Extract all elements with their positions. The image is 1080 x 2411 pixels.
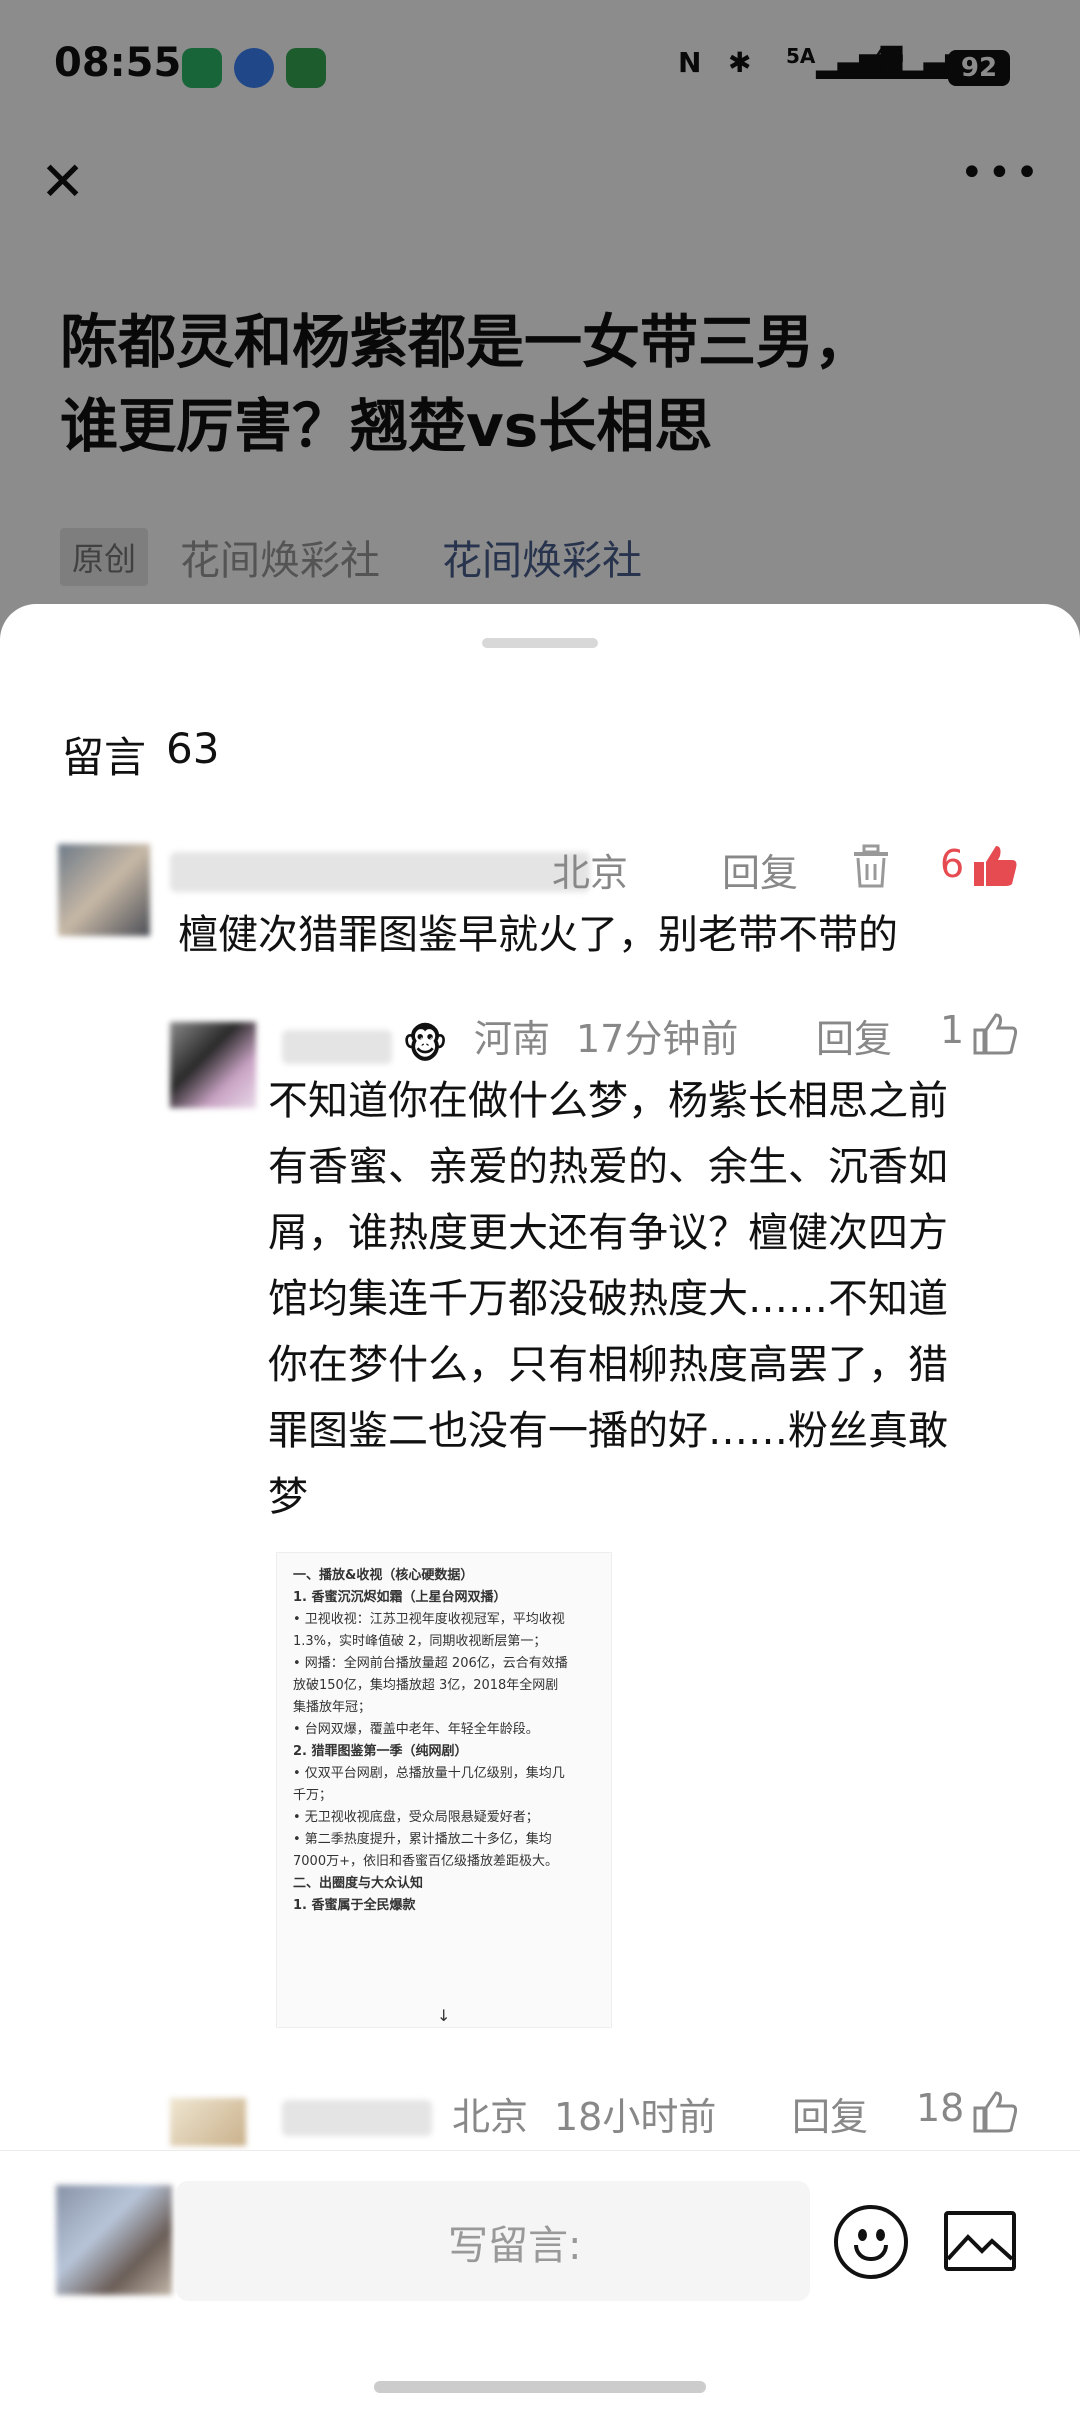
comment-location: 北京 — [552, 851, 629, 895]
reply-button[interactable]: 回复 — [722, 842, 798, 897]
comment-input-bar: 写留言: — [0, 2150, 1080, 2411]
like-count: 6 — [940, 842, 965, 886]
image-text-line: 2. 猎罪图鉴第一季（纯网剧） — [293, 1744, 468, 1759]
image-text-line: 一、播放&收视（核心硬数据） — [293, 1568, 474, 1583]
reply-time: 18小时前 — [554, 2095, 717, 2139]
image-text-line: 1.3%，实时峰值破 2，同期收视断层第一； — [293, 1634, 547, 1649]
image-text-line: 1. 香蜜沉沉烬如霜（上星台网双播） — [293, 1590, 507, 1605]
drag-handle[interactable] — [482, 638, 598, 648]
like-icon[interactable] — [972, 2090, 1018, 2134]
reply-button[interactable]: 回复 — [792, 2086, 868, 2141]
comment-text: 檀健次猎罪图鉴早就火了，别老带不带的 — [178, 912, 898, 958]
image-text-line: • 第二季热度提升，累计播放二十多亿，集均 — [293, 1832, 552, 1847]
comments-sheet: 留言 63 北京 回复 6 檀健次猎罪图鉴早就火了，别老带不带的 🐵 河南 17… — [0, 604, 1080, 2411]
image-text-line: • 卫视收视：江苏卫视年度收视冠军，平均收视 — [293, 1612, 565, 1627]
reply-text-line: 你在梦什么，只有相柳热度高罢了，猎 — [268, 1342, 948, 1388]
reply-text-line: 有香蜜、亲爱的热爱的、余生、沉香如 — [268, 1144, 948, 1190]
image-text-line: • 网播：全网前台播放量超 206亿，云合有效播 — [293, 1656, 568, 1671]
image-text-line: 7000万+，依旧和香蜜百亿级播放差距极大。 — [293, 1854, 558, 1869]
like-icon[interactable] — [972, 1012, 1018, 1056]
avatar[interactable] — [170, 1022, 256, 1108]
image-text-line: • 仅双平台网剧，总播放量十几亿级别，集均几 — [293, 1766, 565, 1781]
like-icon[interactable] — [972, 844, 1018, 888]
monkey-emoji-icon: 🐵 — [402, 1022, 449, 1068]
image-text-line: 千万； — [293, 1788, 333, 1803]
username-redacted[interactable] — [282, 1030, 392, 1064]
image-text-line: 二、出圈度与大众认知 — [293, 1876, 424, 1891]
emoji-eye — [876, 2229, 885, 2241]
home-indicator[interactable] — [374, 2381, 706, 2393]
reply-location: 北京 — [452, 2095, 529, 2139]
image-text-line: 1. 香蜜属于全民爆款 — [293, 1898, 416, 1913]
image-text-line: 集播放年冠； — [293, 1700, 372, 1715]
scroll-down-icon: ↓ — [437, 2006, 451, 2025]
reply-location: 河南 — [474, 1017, 551, 1061]
image-icon-graphic — [948, 2234, 1012, 2261]
image-text-line: • 台网双爆，覆盖中老年、年轻全年龄段。 — [293, 1722, 539, 1737]
comments-count: 63 — [166, 724, 220, 773]
avatar[interactable] — [170, 2098, 246, 2146]
comments-label: 留言 — [62, 733, 147, 782]
like-count: 18 — [916, 2086, 965, 2130]
reply-text: 不知道你在做什么梦，杨紫长相思之前 有香蜜、亲爱的热爱的、余生、沉香如 屑，谁热… — [268, 1068, 1028, 1530]
reply-time: 17分钟前 — [576, 1017, 739, 1061]
reply-text-line: 梦 — [268, 1474, 308, 1520]
image-text-line: 放破150亿，集均播放超 3亿，2018年全网剧 — [293, 1678, 559, 1693]
username-redacted[interactable] — [170, 852, 590, 892]
avatar[interactable] — [58, 844, 150, 936]
reply-text-line: 馆均集连千万都没破热度大……不知道 — [268, 1276, 948, 1322]
delete-icon[interactable] — [850, 844, 892, 890]
comment-input-placeholder[interactable]: 写留言: — [448, 2213, 581, 2271]
image-text-line: • 无卫视收视底盘，受众局限悬疑爱好者； — [293, 1810, 539, 1825]
reply-button[interactable]: 回复 — [816, 1008, 892, 1063]
like-count: 1 — [940, 1008, 965, 1052]
reply-text-line: 不知道你在做什么梦，杨紫长相思之前 — [268, 1078, 948, 1124]
emoji-mouth — [854, 2245, 888, 2261]
emoji-eye — [858, 2229, 867, 2241]
emoji-icon[interactable] — [834, 2205, 908, 2279]
image-icon[interactable] — [944, 2211, 1016, 2271]
reply-text-line: 屑，谁热度更大还有争议？檀健次四方 — [268, 1210, 948, 1256]
reply-attached-image[interactable]: 一、播放&收视（核心硬数据） 1. 香蜜沉沉烬如霜（上星台网双播） • 卫视收视… — [276, 1552, 612, 2028]
reply-text-line: 罪图鉴二也没有一播的好……粉丝真敢 — [268, 1408, 948, 1454]
avatar[interactable] — [56, 2185, 172, 2295]
username-redacted[interactable] — [282, 2100, 432, 2136]
